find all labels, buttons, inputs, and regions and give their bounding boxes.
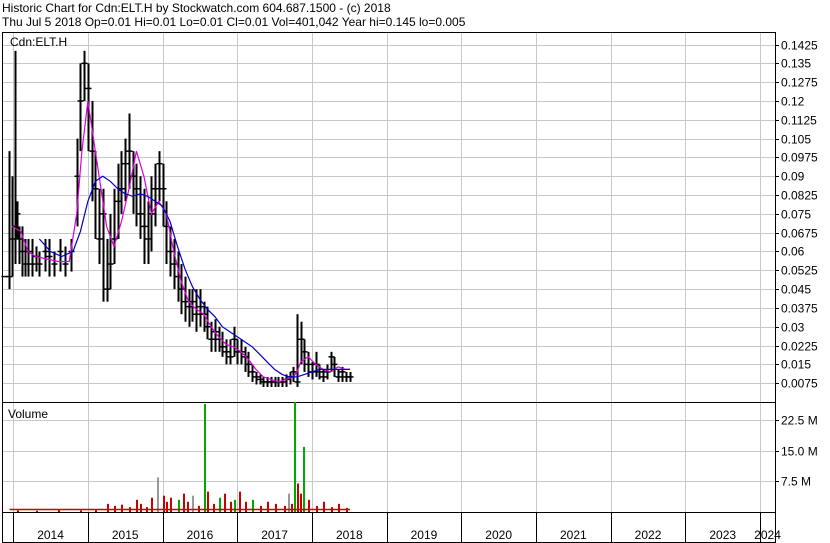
volume-bar <box>230 501 232 512</box>
volume-bar <box>294 402 296 512</box>
volume-bar <box>80 510 82 512</box>
x-tick-label: 2020 <box>485 528 512 542</box>
price-tick-label: 0.105 <box>781 133 811 147</box>
price-tick-label: 0.0225 <box>781 340 818 354</box>
volume-tick-label: 7.5 M <box>781 475 811 489</box>
volume-bar <box>267 501 269 512</box>
price-tick-label: 0.0375 <box>781 302 818 316</box>
volume-bar <box>58 509 60 512</box>
volume-bar <box>323 501 325 512</box>
price-tick-label: 0.0525 <box>781 264 818 278</box>
price-tick-label: 0.0675 <box>781 227 818 241</box>
x-tick-label: 2023 <box>709 528 736 542</box>
volume-marks <box>9 402 351 512</box>
x-tick-label: 2016 <box>187 528 214 542</box>
x-axis-ticks: 2014 2015 2016 2017 2018 2019 2020 2021 2022 2023… <box>13 512 781 542</box>
volume-bar <box>303 446 305 512</box>
price-tick-label: 0.0825 <box>781 189 818 203</box>
volume-bar <box>204 404 206 512</box>
volume-bar <box>121 504 123 512</box>
price-tick-label: 0.015 <box>781 358 811 372</box>
volume-bar <box>107 503 109 512</box>
volume-bar <box>213 503 215 512</box>
volume-y-axis-ticks: 22.5 M 15.0 M 7.5 M <box>775 414 818 489</box>
volume-bar <box>17 510 19 512</box>
x-tick-label: 2017 <box>261 528 288 542</box>
stock-chart: 0.1425 0.135 0.1275 0.12 0.1125 0.105 0.0975 0.… <box>1 32 818 543</box>
price-tick-label: 0.06 <box>781 245 805 259</box>
x-tick-label: 2014 <box>37 528 64 542</box>
volume-bar <box>36 510 38 512</box>
price-tick-label: 0.0975 <box>781 151 818 165</box>
price-tick-label: 0.1125 <box>781 114 817 128</box>
price-tick-label: 0.03 <box>781 321 805 335</box>
volume-panel-frame <box>2 402 776 513</box>
volume-bar <box>166 501 168 512</box>
x-tick-label: 2021 <box>560 528 587 542</box>
volume-gridlines <box>2 402 775 512</box>
price-y-axis-ticks: 0.1425 0.135 0.1275 0.12 0.1125 0.105 0.0975 0.… <box>775 39 818 391</box>
volume-bar <box>245 501 247 512</box>
x-tick-label: 2024 <box>754 528 781 542</box>
volume-tick-label: 15.0 M <box>781 445 818 459</box>
volume-bar <box>297 483 299 512</box>
volume-bar <box>187 501 189 512</box>
volume-bar <box>291 503 293 512</box>
x-tick-label: 2015 <box>112 528 139 542</box>
price-tick-label: 0.075 <box>781 208 811 222</box>
price-tick-label: 0.1275 <box>781 76 818 90</box>
x-tick-label: 2018 <box>336 528 363 542</box>
volume-panel-title: Volume <box>8 407 48 421</box>
x-tick-label: 2022 <box>635 528 662 542</box>
price-tick-label: 0.12 <box>781 95 805 109</box>
price-tick-label: 0.0075 <box>781 377 818 391</box>
x-tick-label: 2019 <box>411 528 438 542</box>
price-tick-label: 0.09 <box>781 170 805 184</box>
price-tick-label: 0.135 <box>781 57 811 71</box>
price-tick-label: 0.045 <box>781 283 811 297</box>
volume-bar <box>275 503 277 512</box>
price-tick-label: 0.1425 <box>781 39 818 53</box>
price-panel-title: Cdn:ELT.H <box>10 35 67 49</box>
volume-bar <box>140 503 142 512</box>
volume-tick-label: 22.5 M <box>781 414 818 428</box>
volume-bar <box>157 477 159 512</box>
volume-bar <box>338 503 340 512</box>
